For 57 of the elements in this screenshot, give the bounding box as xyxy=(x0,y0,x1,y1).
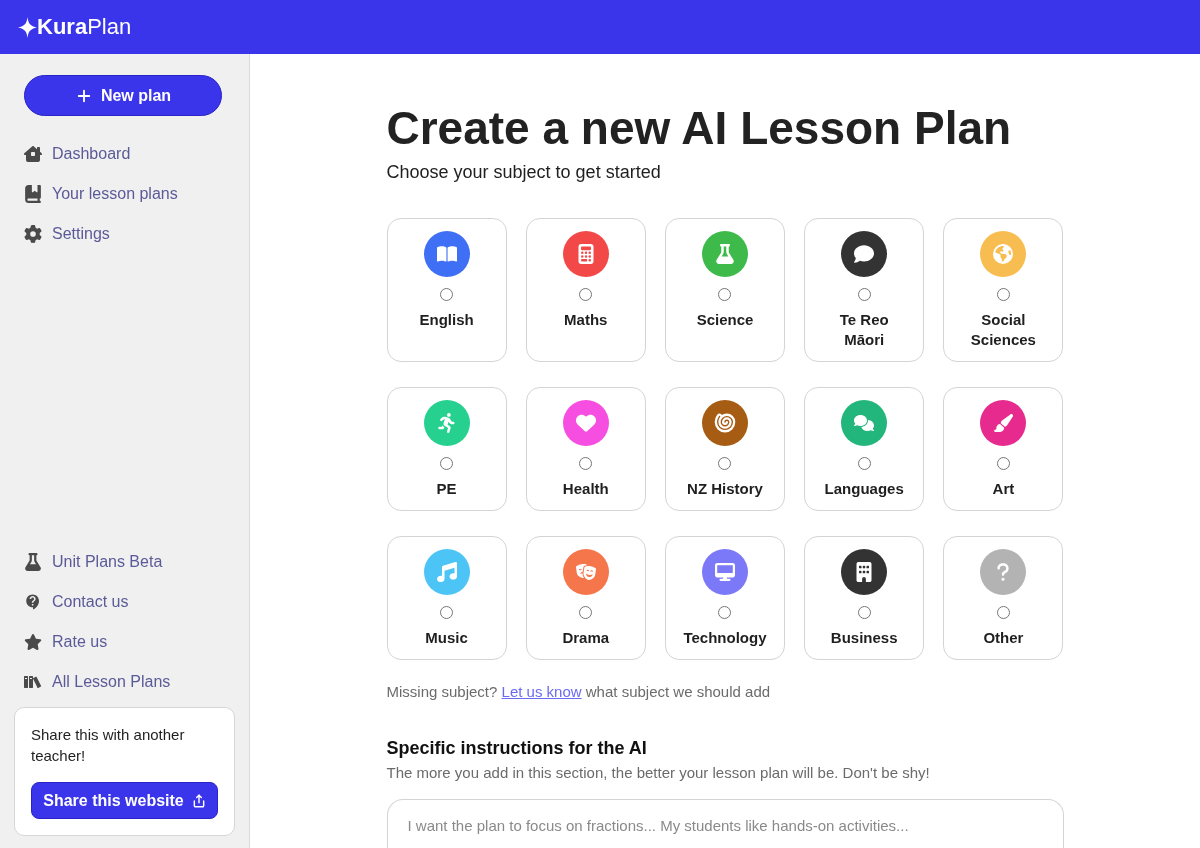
radio-button[interactable] xyxy=(718,288,732,301)
radio-button[interactable] xyxy=(857,606,871,619)
instructions-field[interactable]: I want the plan to focus on fractions... My students like hands-on activities... xyxy=(386,799,1064,848)
subject-card[interactable]: Other xyxy=(943,536,1064,660)
nav-link[interactable]: Contact us xyxy=(24,582,129,622)
let-us-know-link[interactable]: Let us know xyxy=(501,683,582,700)
radio-button[interactable] xyxy=(996,606,1010,619)
subject-card[interactable]: NZ History xyxy=(664,387,786,511)
star-icon xyxy=(24,633,42,651)
page-subtitle: Choose your subject to get started xyxy=(386,161,662,184)
radio-button[interactable] xyxy=(440,288,454,301)
radio-button[interactable] xyxy=(857,288,871,301)
new-plan-button[interactable]: New plan xyxy=(24,75,222,116)
radio-button[interactable] xyxy=(996,457,1010,470)
missing-subject-note: Missing subject? Let us know what subject we should add xyxy=(386,682,772,702)
subject-card[interactable]: Te Reo Māori xyxy=(804,218,925,362)
radio-button[interactable] xyxy=(718,457,732,470)
radio-button[interactable] xyxy=(440,457,454,470)
flask-icon xyxy=(24,553,42,571)
subject-card[interactable]: Art xyxy=(943,387,1064,511)
subject-card[interactable]: PE xyxy=(386,387,507,511)
share-text: Share this with another teacher! xyxy=(31,725,186,766)
radio-button[interactable] xyxy=(996,288,1010,301)
book-icon xyxy=(24,185,42,203)
radio-button[interactable] xyxy=(579,457,593,470)
radio-button[interactable] xyxy=(579,606,593,619)
radio-button[interactable] xyxy=(718,606,732,619)
subject-card[interactable]: Maths xyxy=(525,218,646,362)
nav-link[interactable]: All Lesson Plans xyxy=(24,662,171,702)
subject-card[interactable]: Drama xyxy=(525,536,646,660)
nav-link[interactable]: Dashboard xyxy=(24,134,131,174)
nav-link[interactable]: Settings xyxy=(24,214,110,254)
books-icon xyxy=(24,673,42,691)
subject-card[interactable]: Health xyxy=(525,387,646,511)
sparkle-icon xyxy=(18,16,37,38)
nav-link[interactable]: Rate us xyxy=(24,622,108,662)
subject-card[interactable]: Science xyxy=(664,218,786,362)
subject-card[interactable]: Music xyxy=(386,536,507,660)
section-hint: The more you add in this section, the better your lesson plan will be. Don't be shy! xyxy=(386,763,931,783)
radio-button[interactable] xyxy=(579,288,593,301)
subject-card[interactable]: Languages xyxy=(804,387,925,511)
subject-card[interactable]: Social Sciences xyxy=(943,218,1064,362)
subject-card[interactable]: English xyxy=(386,218,507,362)
subject-card[interactable]: Technology xyxy=(664,536,786,660)
section-heading: Specific instructions for the AI xyxy=(386,737,648,760)
house-icon xyxy=(24,145,42,163)
radio-button[interactable] xyxy=(440,606,454,619)
settings-icon xyxy=(24,225,42,243)
radio-button[interactable] xyxy=(857,457,871,470)
nav-link[interactable]: Your lesson plans xyxy=(24,174,178,214)
subject-card[interactable]: Business xyxy=(804,536,925,660)
share-icon xyxy=(191,793,206,808)
help-bubble-icon xyxy=(24,593,42,611)
logo-link[interactable]: KuraPlan xyxy=(18,14,132,40)
share-website-button[interactable]: Share this website xyxy=(31,782,218,819)
page-title: Create a new AI Lesson Plan xyxy=(386,103,1013,154)
nav-link[interactable]: Unit Plans Beta xyxy=(24,542,163,582)
